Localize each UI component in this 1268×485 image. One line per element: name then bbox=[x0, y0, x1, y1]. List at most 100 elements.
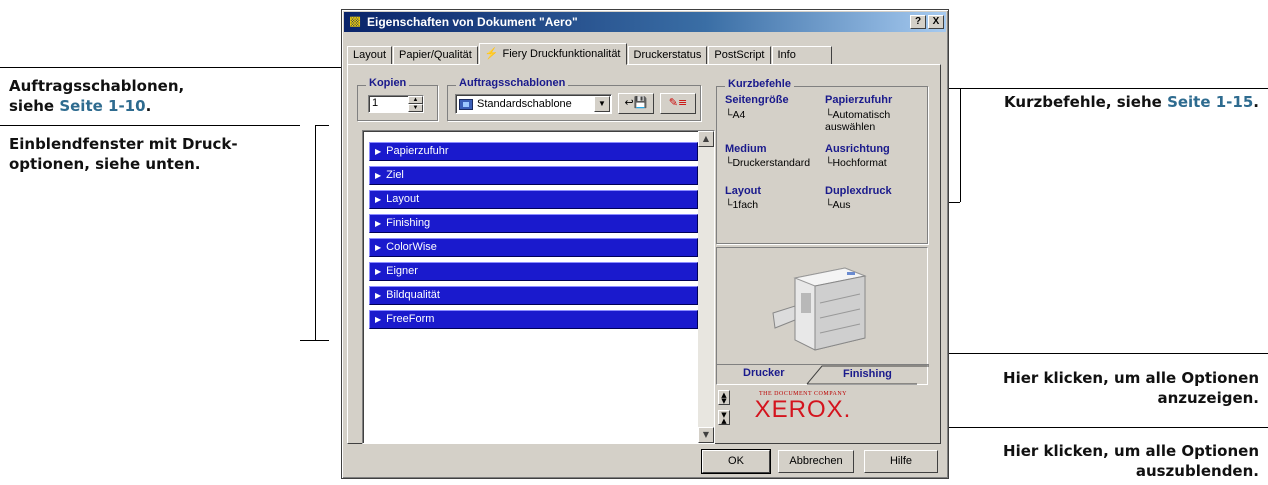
printer-app-icon: ▩ bbox=[348, 14, 362, 29]
option-colorwise-label: ColorWise bbox=[386, 241, 437, 253]
copies-spinner[interactable]: 1 ▲ ▼ bbox=[368, 95, 424, 113]
shortcut-media-text: Druckerstandard bbox=[732, 157, 811, 169]
shortcuts-group: Kurzbefehle Seitengröße └A4 Papierzufuhr… bbox=[716, 78, 928, 244]
tab-fiery-label: Fiery Druckfunktionalität bbox=[502, 48, 621, 60]
shortcut-duplex-value[interactable]: └Aus bbox=[825, 199, 851, 211]
annotation-templates-link[interactable]: Seite 1-10 bbox=[59, 97, 145, 115]
shortcut-page-size-value[interactable]: └A4 bbox=[725, 109, 745, 121]
option-freeform[interactable]: ▶ FreeForm bbox=[369, 310, 698, 329]
annotation-templates-line2: siehe Seite 1-10. bbox=[9, 96, 184, 116]
option-list: ▶ Papierzufuhr ▶ Ziel ▶ Layout ▶ Finishing ▶… bbox=[362, 130, 699, 444]
copies-down-button[interactable]: ▼ bbox=[408, 104, 423, 112]
expand-arrow-icon: ▶ bbox=[375, 267, 382, 276]
scroll-down-button[interactable]: ▼ bbox=[698, 427, 714, 443]
option-owner[interactable]: ▶ Eigner bbox=[369, 262, 698, 281]
option-image-quality[interactable]: ▶ Bildqualität bbox=[369, 286, 698, 305]
cancel-button[interactable]: Abbrechen bbox=[778, 450, 854, 473]
annotation-templates: Auftragsschablonen, siehe Seite 1-10. bbox=[9, 76, 184, 116]
annotation-popup-line2: optionen, siehe unten. bbox=[9, 155, 201, 173]
help-title-button[interactable]: ? bbox=[910, 15, 926, 29]
copies-label: Kopien bbox=[366, 77, 410, 89]
option-freeform-label: FreeForm bbox=[386, 313, 435, 325]
help-button[interactable]: Hilfe bbox=[864, 450, 938, 473]
close-button[interactable]: X bbox=[928, 15, 944, 29]
tab-fiery-features[interactable]: ⚡ Fiery Druckfunktionalität bbox=[478, 43, 627, 65]
option-owner-label: Eigner bbox=[386, 265, 418, 277]
tab-postscript[interactable]: PostScript bbox=[708, 46, 771, 65]
tab-separator bbox=[806, 365, 929, 385]
fiery-flash-icon: ⚡ bbox=[484, 48, 499, 60]
tab-printer-status[interactable]: Druckerstatus bbox=[627, 46, 708, 65]
template-select[interactable]: Standardschablone ▼ bbox=[455, 94, 612, 114]
save-template-button[interactable]: ↩💾 bbox=[618, 93, 654, 114]
shortcut-layout-title: Layout bbox=[725, 185, 762, 197]
expand-arrow-icon: ▶ bbox=[375, 315, 382, 324]
annotation-templates-prefix: siehe bbox=[9, 97, 60, 115]
option-layout[interactable]: ▶ Layout bbox=[369, 190, 698, 209]
xerox-wordmark: XEROX. bbox=[754, 396, 852, 423]
annotation-shortcuts: Kurzbefehle, siehe Seite 1-15. bbox=[960, 92, 1259, 112]
shortcut-media-title: Medium bbox=[725, 143, 767, 155]
shortcut-orientation-value[interactable]: └Hochformat bbox=[825, 157, 887, 169]
option-finishing[interactable]: ▶ Finishing bbox=[369, 214, 698, 233]
bracket-popup-bottom bbox=[300, 340, 329, 341]
option-destination-label: Ziel bbox=[386, 169, 404, 181]
templates-label: Auftragsschablonen bbox=[456, 77, 569, 89]
template-computer-icon bbox=[459, 98, 473, 110]
option-image-quality-label: Bildqualität bbox=[386, 289, 440, 301]
annotation-shortcuts-link[interactable]: Seite 1-15 bbox=[1167, 93, 1253, 111]
tab-panel: Kopien 1 ▲ ▼ Auftragsschablonen Standard… bbox=[347, 64, 941, 444]
annotation-show-all-line1: Hier klicken, um alle Optionen bbox=[1003, 369, 1259, 387]
printer-tab-bar: Drucker Finishing bbox=[717, 364, 929, 385]
option-finishing-label: Finishing bbox=[386, 217, 431, 229]
expand-arrow-icon: ▶ bbox=[375, 195, 382, 204]
option-paper-source[interactable]: ▶ Papierzufuhr bbox=[369, 142, 698, 161]
leader-shortcuts bbox=[960, 88, 1268, 89]
option-destination[interactable]: ▶ Ziel bbox=[369, 166, 698, 185]
printer-preview-box: Drucker Finishing bbox=[716, 247, 929, 385]
annotation-show-all: Hier klicken, um alle Optionen anzuzeige… bbox=[960, 368, 1259, 408]
annotation-templates-line1: Auftragsschablonen, bbox=[9, 77, 185, 95]
scroll-up-button[interactable]: ▲ bbox=[698, 131, 714, 147]
bracket-popup-top bbox=[315, 125, 329, 126]
window-title: Eigenschaften von Dokument "Aero" bbox=[367, 15, 578, 29]
collapse-all-button[interactable]: ▼ ▲ bbox=[718, 410, 730, 425]
printer-image bbox=[772, 267, 867, 351]
templates-group: Auftragsschablonen Standardschablone ▼ ↩… bbox=[447, 77, 701, 121]
annotation-popup-line1: Einblendfenster mit Druck- bbox=[9, 135, 238, 153]
shortcut-paper-source-title: Papierzufuhr bbox=[825, 94, 893, 106]
shortcut-paper-source-text: Automatisch auswählen bbox=[825, 109, 891, 133]
copies-value: 1 bbox=[372, 97, 379, 109]
expand-arrow-icon: ▶ bbox=[375, 291, 382, 300]
expand-arrow-icon: ▶ bbox=[375, 171, 382, 180]
properties-dialog: ▩ Eigenschaften von Dokument "Aero" ? X … bbox=[341, 9, 949, 479]
copies-group: Kopien 1 ▲ ▼ bbox=[357, 77, 438, 121]
tab-info[interactable]: Info bbox=[771, 46, 832, 65]
option-colorwise[interactable]: ▶ ColorWise bbox=[369, 238, 698, 257]
manage-templates-button[interactable]: ✎≡ bbox=[660, 93, 696, 114]
ok-button[interactable]: OK bbox=[701, 449, 771, 474]
shortcut-layout-text: 1fach bbox=[732, 199, 759, 211]
option-layout-label: Layout bbox=[386, 193, 420, 205]
shortcut-media-value[interactable]: └Druckerstandard bbox=[725, 157, 810, 169]
title-bar[interactable]: ▩ Eigenschaften von Dokument "Aero" ? X bbox=[344, 12, 946, 32]
shortcut-paper-source-value[interactable]: └Automatisch auswählen bbox=[825, 109, 903, 133]
template-selected: Standardschablone bbox=[477, 98, 572, 110]
leader-templates-bottom bbox=[0, 125, 300, 126]
copies-up-button[interactable]: ▲ bbox=[408, 96, 423, 104]
annotation-show-all-line2: anzuzeigen. bbox=[1157, 389, 1259, 407]
expand-all-button[interactable]: ▲ ▼ bbox=[718, 390, 730, 405]
tab-layout[interactable]: Layout bbox=[347, 46, 393, 65]
shortcuts-label: Kurzbefehle bbox=[725, 78, 794, 90]
chevron-down-icon[interactable]: ▼ bbox=[594, 96, 610, 112]
shortcut-layout-value[interactable]: └1fach bbox=[725, 199, 758, 211]
annotation-shortcuts-suffix: . bbox=[1253, 93, 1259, 111]
xerox-logo: THE DOCUMENT COMPANY XEROX. bbox=[743, 391, 863, 423]
tab-paper-quality[interactable]: Papier/Qualität bbox=[393, 46, 478, 65]
finishing-tab[interactable]: Finishing bbox=[843, 368, 892, 380]
option-list-scrollbar[interactable]: ▲ ▼ bbox=[698, 131, 714, 443]
annotation-shortcuts-prefix: Kurzbefehle, siehe bbox=[1004, 93, 1168, 111]
annotation-popup: Einblendfenster mit Druck- optionen, sie… bbox=[9, 134, 238, 174]
shortcut-page-size-text: A4 bbox=[732, 109, 746, 121]
annotation-hide-all-line2: auszublenden. bbox=[1135, 462, 1259, 480]
